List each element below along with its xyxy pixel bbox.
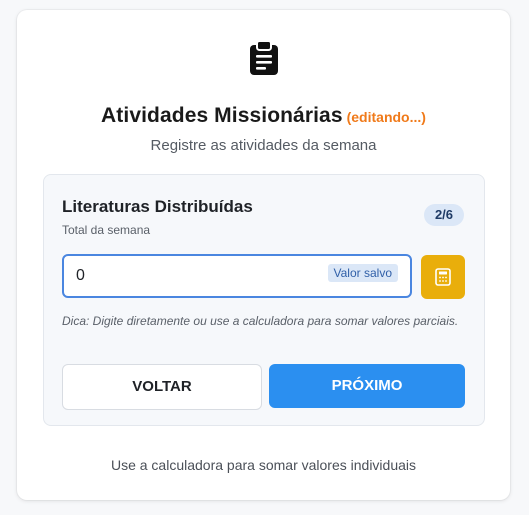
step-badge: 2/6 [424, 204, 464, 226]
calculator-button[interactable] [421, 255, 465, 299]
back-button[interactable]: VOLTAR [62, 364, 262, 410]
page-title: Atividades Missionárias [101, 104, 343, 127]
page-subtitle: Registre as atividades da semana [150, 137, 377, 154]
quantity-input[interactable] [76, 256, 316, 296]
field-subtitle: Total da semana [62, 223, 151, 237]
page-title-row: Atividades Missionárias (editando...) [17, 104, 510, 128]
hint-text: Dica: Digite diretamente ou use a calcul… [62, 314, 459, 328]
footer-hint: Use a calculadora para somar valores ind… [110, 457, 417, 473]
saved-badge: Valor salvo [327, 264, 398, 282]
activity-card: Atividades Missionárias (editando...) Reg… [17, 10, 510, 500]
field-title: Literaturas Distribuídas [62, 197, 253, 216]
activity-panel: Literaturas Distribuídas Total da semana… [43, 174, 485, 426]
editing-status: (editando...) [346, 109, 426, 125]
calculator-icon [435, 268, 451, 286]
clipboard-list-icon [250, 40, 278, 75]
next-button[interactable]: PRÓXIMO [269, 364, 465, 408]
quantity-field[interactable]: Valor salvo [62, 254, 412, 298]
